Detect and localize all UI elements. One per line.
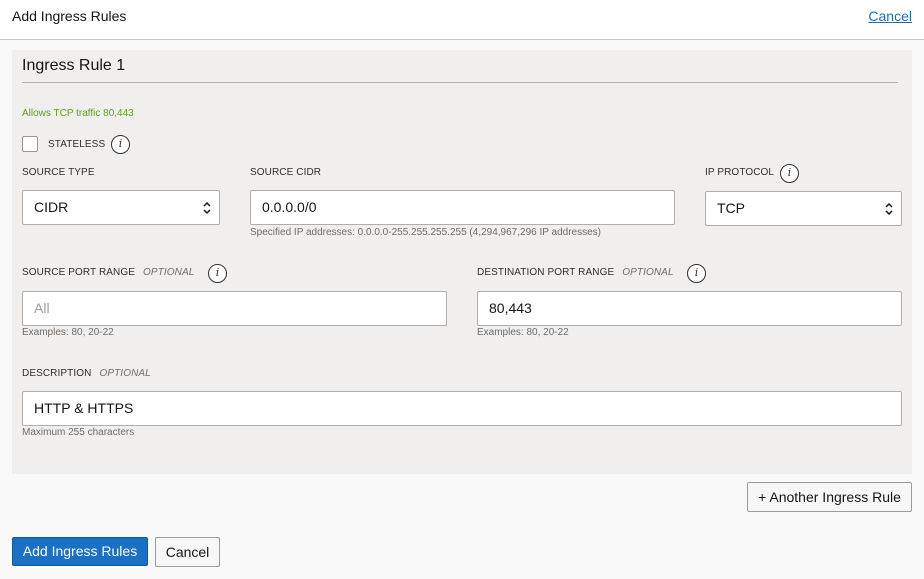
source-type-label: SOURCE TYPE [22, 167, 95, 178]
destination-port-range-label: DESTINATION PORT RANGE OPTIONAL [477, 267, 674, 278]
source-port-range-input[interactable]: All [22, 291, 447, 326]
rule-divider [22, 82, 898, 83]
destination-port-range-optional: OPTIONAL [622, 267, 674, 278]
ip-protocol-select[interactable]: TCP [705, 191, 902, 226]
cancel-button[interactable]: Cancel [155, 537, 220, 567]
ip-protocol-info-icon[interactable]: i [780, 164, 799, 183]
description-label-text: DESCRIPTION [22, 368, 92, 379]
source-cidr-value: 0.0.0.0/0 [262, 199, 317, 215]
destination-port-range-label-text: DESTINATION PORT RANGE [477, 267, 615, 278]
dialog-title: Add Ingress Rules [12, 8, 127, 24]
source-port-range-hint: Examples: 80, 20-22 [22, 327, 114, 338]
source-port-range-placeholder: All [34, 300, 50, 316]
ip-protocol-label: IP PROTOCOL [705, 167, 775, 178]
destination-port-range-value: 80,443 [489, 300, 532, 316]
header-cancel-link[interactable]: Cancel [868, 8, 912, 24]
destination-port-range-input[interactable]: 80,443 [477, 291, 902, 326]
description-value: HTTP & HTTPS [34, 400, 134, 416]
description-optional: OPTIONAL [99, 368, 151, 379]
description-label: DESCRIPTION OPTIONAL [22, 368, 151, 379]
select-chevron-icon [885, 202, 893, 216]
stateless-checkbox[interactable] [22, 136, 38, 152]
stateless-label: STATELESS [48, 139, 106, 150]
source-port-range-optional: OPTIONAL [143, 267, 195, 278]
source-port-range-info-icon[interactable]: i [208, 264, 227, 283]
source-port-range-label: SOURCE PORT RANGE OPTIONAL [22, 267, 194, 278]
description-hint: Maximum 255 characters [22, 427, 135, 438]
source-cidr-label: SOURCE CIDR [250, 167, 322, 178]
add-another-ingress-rule-button[interactable]: + Another Ingress Rule [747, 482, 912, 512]
description-input[interactable]: HTTP & HTTPS [22, 391, 902, 426]
destination-port-range-hint: Examples: 80, 20-22 [477, 327, 569, 338]
add-ingress-rules-button[interactable]: Add Ingress Rules [12, 537, 148, 566]
destination-port-range-info-icon[interactable]: i [687, 264, 706, 283]
ip-protocol-value: TCP [717, 200, 745, 216]
rule-summary: Allows TCP traffic 80,443 [22, 108, 134, 119]
dialog-header: Add Ingress Rules Cancel [0, 0, 924, 40]
source-type-select[interactable]: CIDR [22, 190, 220, 225]
source-port-range-label-text: SOURCE PORT RANGE [22, 267, 136, 278]
stateless-info-icon[interactable]: i [111, 135, 130, 154]
ingress-rule-panel: Ingress Rule 1 Allows TCP traffic 80,443… [12, 50, 912, 474]
select-chevron-icon [203, 201, 211, 215]
rule-title: Ingress Rule 1 [22, 57, 126, 74]
source-cidr-input[interactable]: 0.0.0.0/0 [250, 190, 675, 225]
source-type-value: CIDR [34, 199, 69, 215]
source-cidr-hint: Specified IP addresses: 0.0.0.0-255.255.… [250, 227, 601, 238]
